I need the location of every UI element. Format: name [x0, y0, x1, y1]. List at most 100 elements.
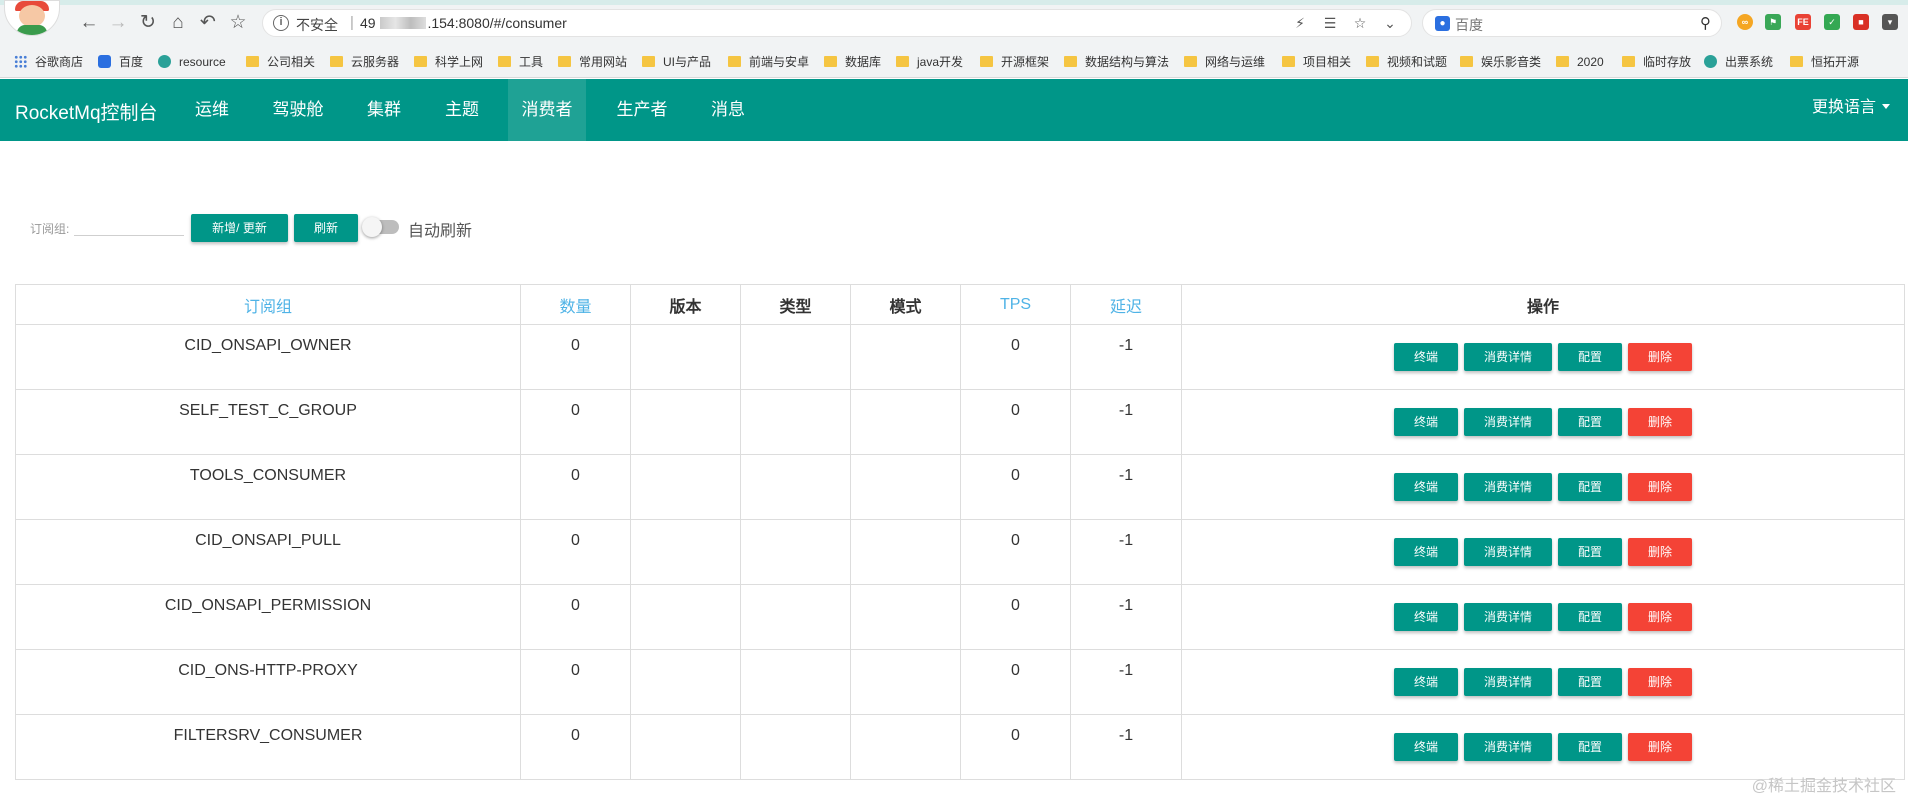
config-button[interactable]: 配置	[1558, 408, 1622, 436]
terminal-button[interactable]: 终端	[1394, 343, 1458, 371]
delete-button[interactable]: 删除	[1628, 603, 1692, 631]
terminal-button[interactable]: 终端	[1394, 538, 1458, 566]
nav-item-topic[interactable]: 主题	[430, 79, 494, 141]
nav-item-message[interactable]: 消息	[696, 79, 760, 141]
bookmark-item[interactable]: 开源框架	[980, 53, 1049, 71]
bookmark-item[interactable]: 数据结构与算法	[1064, 53, 1169, 71]
bookmark-item[interactable]: 临时存放	[1622, 53, 1691, 71]
language-dropdown[interactable]: 更换语言	[1812, 79, 1890, 141]
consumer-table: 订阅组 数量 版本 类型 模式 TPS 延迟 操作 CID_ONSAPI_OWN…	[15, 284, 1905, 780]
bookmark-label: resource	[179, 55, 226, 69]
bookmark-item[interactable]: 网络与运维	[1184, 53, 1265, 71]
terminal-button[interactable]: 终端	[1394, 408, 1458, 436]
bookmark-label: 云服务器	[351, 55, 400, 69]
header-group[interactable]: 订阅组	[15, 284, 521, 325]
consume-detail-button[interactable]: 消费详情	[1464, 668, 1552, 696]
bookmark-item[interactable]: 恒拓开源	[1790, 53, 1859, 71]
bookmark-item[interactable]: java开发	[896, 53, 963, 71]
bookmark-item[interactable]: 娱乐影音类	[1460, 53, 1541, 71]
bookmark-item[interactable]: 百度	[98, 53, 143, 71]
extension-fe-icon[interactable]: FE	[1795, 14, 1811, 30]
terminal-button[interactable]: 终端	[1394, 668, 1458, 696]
consume-detail-button[interactable]: 消费详情	[1464, 538, 1552, 566]
consume-detail-button[interactable]: 消费详情	[1464, 733, 1552, 761]
extension-shield-icon[interactable]: ✓	[1824, 14, 1840, 30]
extension-flag-icon[interactable]: ⚑	[1765, 14, 1781, 30]
nav-item-producer[interactable]: 生产者	[604, 79, 680, 141]
bookmark-item[interactable]: 出票系统	[1704, 53, 1773, 71]
cell-delay: -1	[1070, 649, 1182, 715]
config-button[interactable]: 配置	[1558, 668, 1622, 696]
nav-item-consumer[interactable]: 消费者	[508, 79, 586, 141]
lightning-icon[interactable]: ⚡	[1291, 15, 1309, 32]
bookmark-item[interactable]: 工具	[498, 53, 543, 71]
back-icon[interactable]: ←	[78, 12, 100, 34]
bookmark-item[interactable]: 项目相关	[1282, 53, 1351, 71]
brand-title[interactable]: RocketMq控制台	[15, 98, 158, 125]
delete-button[interactable]: 删除	[1628, 408, 1692, 436]
chevron-down-icon[interactable]: ⌄	[1381, 15, 1399, 32]
bookmark-item[interactable]: 前端与安卓	[728, 53, 809, 71]
bookmark-item[interactable]: resource	[158, 53, 226, 71]
config-button[interactable]: 配置	[1558, 343, 1622, 371]
delete-button[interactable]: 删除	[1628, 538, 1692, 566]
search-box[interactable]: ● 百度 ⚲	[1422, 9, 1722, 37]
bookmark-item[interactable]: 云服务器	[330, 53, 399, 71]
extension-pdf-icon[interactable]: ■	[1853, 14, 1869, 30]
bookmark-item[interactable]: 视频和试题	[1366, 53, 1447, 71]
url-text[interactable]: 49 .154:8080/#/consumer	[360, 15, 567, 31]
bookmark-item[interactable]: 科学上网	[414, 53, 483, 71]
terminal-button[interactable]: 终端	[1394, 603, 1458, 631]
reload-icon[interactable]: ↻	[137, 12, 159, 34]
terminal-button[interactable]: 终端	[1394, 473, 1458, 501]
delete-button[interactable]: 删除	[1628, 343, 1692, 371]
home-icon[interactable]: ⌂	[167, 12, 189, 34]
bookmark-item[interactable]: UI与产品	[642, 53, 711, 71]
consume-detail-button[interactable]: 消费详情	[1464, 473, 1552, 501]
auto-refresh-toggle[interactable]	[362, 217, 399, 237]
extension-infinity-icon[interactable]: ∞	[1737, 14, 1753, 30]
add-update-button[interactable]: 新增/ 更新	[191, 214, 288, 242]
bookmark-label: 数据库	[845, 55, 882, 69]
nav-item-dashboard[interactable]: 驾驶舱	[262, 79, 334, 141]
header-delay[interactable]: 延迟	[1070, 284, 1182, 325]
header-type: 类型	[740, 284, 851, 325]
cell-tps: 0	[960, 649, 1071, 715]
bookmark-item[interactable]: 常用网站	[558, 53, 627, 71]
cell-group: CID_ONS-HTTP-PROXY	[15, 649, 521, 715]
extension-menu-icon[interactable]: ▾	[1882, 14, 1898, 30]
config-button[interactable]: 配置	[1558, 538, 1622, 566]
bookmark-item[interactable]: 2020	[1556, 53, 1604, 71]
info-icon[interactable]: i	[273, 15, 289, 31]
terminal-button[interactable]: 终端	[1394, 733, 1458, 761]
nav-item-ops[interactable]: 运维	[178, 79, 246, 141]
consume-detail-button[interactable]: 消费详情	[1464, 343, 1552, 371]
nav-item-cluster[interactable]: 集群	[350, 79, 418, 141]
delete-button[interactable]: 删除	[1628, 733, 1692, 761]
group-filter-input[interactable]	[74, 214, 184, 236]
search-icon[interactable]: ⚲	[1700, 14, 1711, 32]
config-button[interactable]: 配置	[1558, 603, 1622, 631]
undo-icon[interactable]: ↶	[197, 12, 219, 34]
consume-detail-button[interactable]: 消费详情	[1464, 408, 1552, 436]
bookmark-item[interactable]: 谷歌商店	[14, 53, 83, 71]
translate-icon[interactable]: ☰	[1321, 15, 1339, 32]
folder-icon	[1064, 56, 1077, 67]
consume-detail-button[interactable]: 消费详情	[1464, 603, 1552, 631]
bookmark-item[interactable]: 公司相关	[246, 53, 315, 71]
delete-button[interactable]: 删除	[1628, 668, 1692, 696]
header-tps[interactable]: TPS	[960, 284, 1071, 325]
bookmark-star-icon[interactable]: ☆	[227, 12, 249, 34]
bookmark-item[interactable]: 数据库	[824, 53, 881, 71]
star-icon[interactable]: ☆	[1351, 15, 1369, 32]
delete-button[interactable]: 删除	[1628, 473, 1692, 501]
refresh-button[interactable]: 刷新	[294, 214, 358, 242]
forward-icon[interactable]: →	[107, 12, 129, 34]
config-button[interactable]: 配置	[1558, 733, 1622, 761]
cell-group: CID_ONSAPI_PULL	[15, 519, 521, 585]
config-button[interactable]: 配置	[1558, 473, 1622, 501]
header-count[interactable]: 数量	[520, 284, 631, 325]
profile-avatar[interactable]	[4, 0, 60, 36]
cell-version	[630, 389, 741, 455]
address-bar[interactable]: i 不安全 | 49 .154:8080/#/consumer ⚡ ☰ ☆ ⌄	[262, 9, 1412, 37]
